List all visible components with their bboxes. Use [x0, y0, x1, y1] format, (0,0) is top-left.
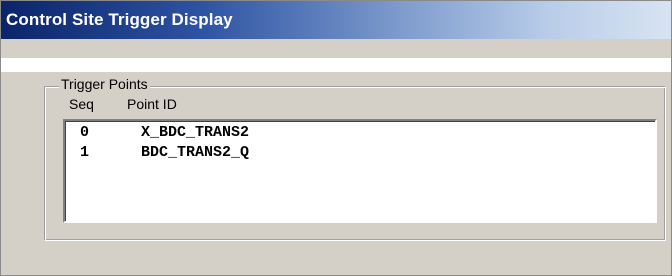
- point-id-cell: X_BDC_TRANS2: [141, 124, 250, 141]
- seq-cell: 1: [80, 144, 90, 161]
- list-item[interactable]: 0 X_BDC_TRANS2: [65, 124, 655, 144]
- trigger-display-window: Control Site Trigger Display Trigger Poi…: [0, 0, 672, 276]
- list-item[interactable]: 1 BDC_TRANS2_Q: [65, 144, 655, 164]
- title-bar[interactable]: Control Site Trigger Display: [1, 1, 671, 39]
- trigger-points-list[interactable]: 0 X_BDC_TRANS2 1 BDC_TRANS2_Q: [63, 119, 657, 223]
- point-id-column-header: Point ID: [127, 96, 177, 112]
- trigger-points-group-label: Trigger Points: [59, 76, 150, 92]
- toolbar-area: [1, 39, 671, 58]
- window-title: Control Site Trigger Display: [6, 10, 233, 29]
- seq-cell: 0: [80, 124, 90, 141]
- seq-column-header: Seq: [69, 96, 94, 112]
- point-id-cell: BDC_TRANS2_Q: [141, 144, 250, 161]
- separator-strip: [1, 58, 671, 72]
